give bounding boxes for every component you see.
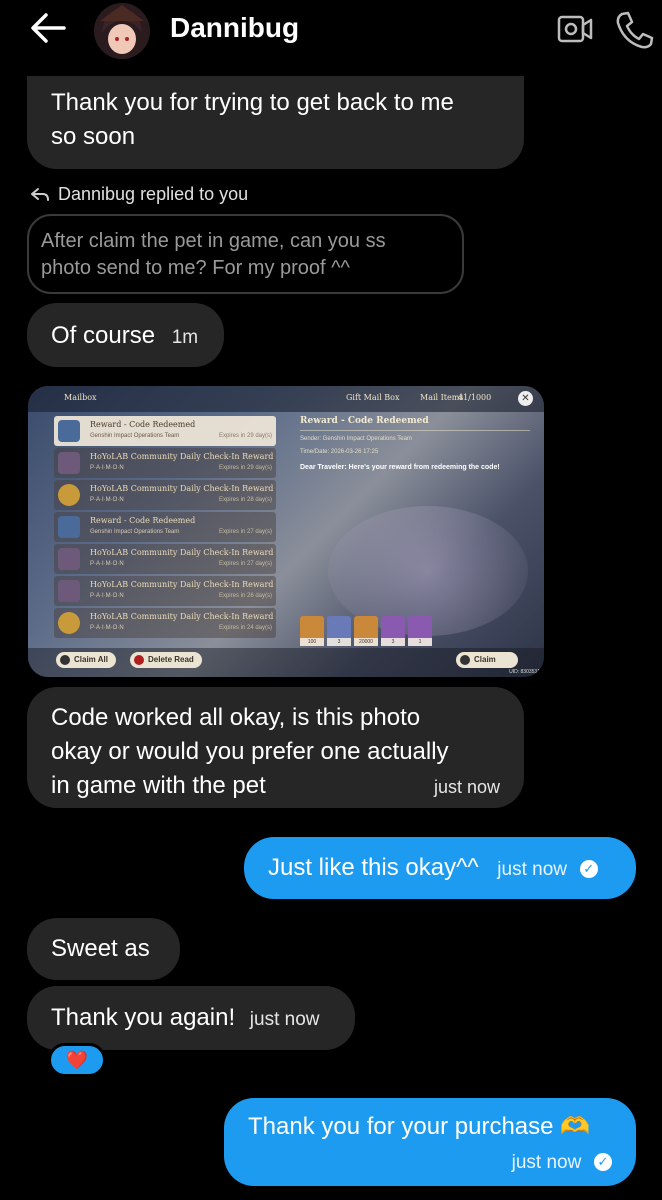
chat-header: Dannibug (0, 0, 662, 60)
reward-item: 20000 (354, 616, 378, 646)
message-outgoing[interactable]: Just like this okay^^ just now ✓ (244, 837, 636, 899)
mailbox-title: Mailbox (64, 393, 97, 402)
quoted-text: photo send to me? For my proof ^^ (41, 257, 350, 279)
mail-expiry: Expires in 27 day(s) (218, 529, 272, 535)
mail-list-item: HoYoLAB Community Daily Check-In Reward P… (54, 608, 276, 638)
close-icon: ✕ (518, 391, 533, 406)
coin-icon (58, 484, 80, 506)
contact-name[interactable]: Dannibug (170, 12, 299, 44)
reply-icon (31, 187, 49, 201)
message-time: 1m (171, 327, 199, 348)
mail-title: HoYoLAB Community Daily Check-In Reward (90, 580, 274, 589)
mail-title: HoYoLAB Community Daily Check-In Reward (90, 484, 274, 493)
message-text: in game with the pet (51, 772, 266, 799)
detail-sender: Sender: Genshin Impact Operations Team (300, 436, 412, 442)
mail-expiry: Expires in 24 day(s) (218, 625, 272, 631)
star-icon (58, 420, 80, 442)
reward-item: 100 (300, 616, 324, 646)
video-call-icon[interactable] (556, 12, 594, 46)
mail-title: HoYoLAB Community Daily Check-In Reward (90, 612, 274, 621)
reaction-badge[interactable]: ❤️ (48, 1043, 106, 1077)
reply-indicator: Dannibug replied to you (30, 184, 248, 205)
book-icon (58, 452, 80, 474)
message-incoming[interactable]: Code worked all okay, is this photo okay… (27, 687, 524, 808)
message-text: Sweet as (51, 935, 150, 962)
mail-title: HoYoLAB Community Daily Check-In Reward (90, 548, 274, 557)
mail-expiry: Expires in 29 day(s) (218, 433, 272, 439)
book-icon (58, 580, 80, 602)
mail-list-item: HoYoLAB Community Daily Check-In Reward P… (54, 480, 276, 510)
mail-sender: Genshin Impact Operations Team (90, 529, 180, 535)
delete-read-button: Delete Read (130, 652, 202, 668)
arrow-left-icon[interactable] (28, 10, 68, 46)
phone-icon[interactable] (612, 8, 656, 50)
heart-icon: ❤️ (65, 1049, 89, 1070)
mail-sender: P·A·I·M·O·N (90, 593, 124, 599)
mailbox-topbar: Mailbox Gift Mail Box Mail Items 41/1000… (28, 386, 544, 412)
mail-sender: Genshin Impact Operations Team (90, 433, 180, 439)
message-text: Thank you for your purchase 🫶 (248, 1113, 591, 1140)
mail-list-item: HoYoLAB Community Daily Check-In Reward P… (54, 448, 276, 478)
quoted-text: After claim the pet in game, can you ss (41, 230, 386, 252)
message-incoming[interactable]: Of course 1m (27, 303, 224, 367)
avatar[interactable] (94, 3, 150, 59)
mail-items-label: Mail Items (420, 393, 464, 402)
message-text: Of course (51, 322, 156, 349)
claim-all-button: Claim All (56, 652, 116, 668)
attached-screenshot[interactable]: Mailbox Gift Mail Box Mail Items 41/1000… (28, 386, 544, 677)
mail-title: Reward - Code Redeemed (90, 516, 196, 525)
mail-sender: P·A·I·M·O·N (90, 625, 124, 631)
mail-expiry: Expires in 28 day(s) (218, 497, 272, 503)
message-text: Thank you for trying to get back to me (51, 89, 454, 116)
mail-expiry: Expires in 29 day(s) (218, 465, 272, 471)
quoted-message[interactable]: After claim the pet in game, can you ss … (27, 214, 464, 294)
message-time: just now (511, 1152, 582, 1173)
mail-expiry: Expires in 26 day(s) (218, 593, 272, 599)
message-incoming[interactable]: Thank you again! just now (27, 986, 355, 1050)
message-outgoing[interactable]: Thank you for your purchase 🫶 just now ✓ (224, 1098, 636, 1186)
mail-sender: P·A·I·M·O·N (90, 561, 124, 567)
mail-detail: Reward - Code Redeemed Sender: Genshin I… (300, 416, 530, 473)
reward-item: 3 (327, 616, 351, 646)
mail-expiry: Expires in 27 day(s) (218, 561, 272, 567)
mail-title: HoYoLAB Community Daily Check-In Reward (90, 452, 274, 461)
mail-list: Reward - Code Redeemed Genshin Impact Ope… (54, 416, 302, 646)
message-text: so soon (51, 123, 136, 150)
message-time: just now (249, 1009, 320, 1030)
reward-items: 100 3 20000 3 1 (300, 616, 432, 646)
mail-count: 41/1000 (458, 393, 492, 402)
message-text: Thank you again! (51, 1004, 236, 1031)
mail-list-item: Reward - Code Redeemed Genshin Impact Ope… (54, 512, 276, 542)
mail-list-item: HoYoLAB Community Daily Check-In Reward P… (54, 544, 276, 574)
mail-list-item: Reward - Code Redeemed Genshin Impact Ope… (54, 416, 276, 446)
message-incoming[interactable]: Thank you for trying to get back to me s… (27, 76, 524, 169)
mailbox-bottombar: Claim All Delete Read Claim UID: 8303531 (28, 648, 544, 677)
message-text: okay or would you prefer one actually (51, 738, 449, 765)
book-icon (58, 548, 80, 570)
detail-body: Dear Traveler: Here's your reward from r… (300, 464, 500, 471)
coin-icon (58, 612, 80, 634)
seen-check-icon: ✓ (579, 859, 598, 878)
reward-item: 3 (381, 616, 405, 646)
message-text: Code worked all okay, is this photo (51, 704, 421, 731)
star-icon (58, 516, 80, 538)
mail-sender: P·A·I·M·O·N (90, 497, 124, 503)
reward-item: 1 (408, 616, 432, 646)
detail-title: Reward - Code Redeemed (300, 416, 429, 426)
seen-check-icon: ✓ (594, 1152, 612, 1171)
mail-sender: P·A·I·M·O·N (90, 465, 124, 471)
uid-text: UID: 8303531 (509, 669, 540, 675)
message-time: just now (433, 777, 500, 797)
mail-title: Reward - Code Redeemed (90, 420, 196, 429)
message-incoming[interactable]: Sweet as (27, 918, 180, 980)
gift-mail-box-label: Gift Mail Box (346, 393, 400, 402)
message-time: just now (497, 859, 567, 880)
mail-list-item: HoYoLAB Community Daily Check-In Reward P… (54, 576, 276, 606)
reply-label-text: Dannibug replied to you (58, 184, 249, 204)
message-text: Just like this okay^^ (268, 854, 479, 881)
claim-button: Claim (456, 652, 518, 668)
detail-time: Time/Date: 2026-03-26 17:25 (300, 449, 379, 455)
